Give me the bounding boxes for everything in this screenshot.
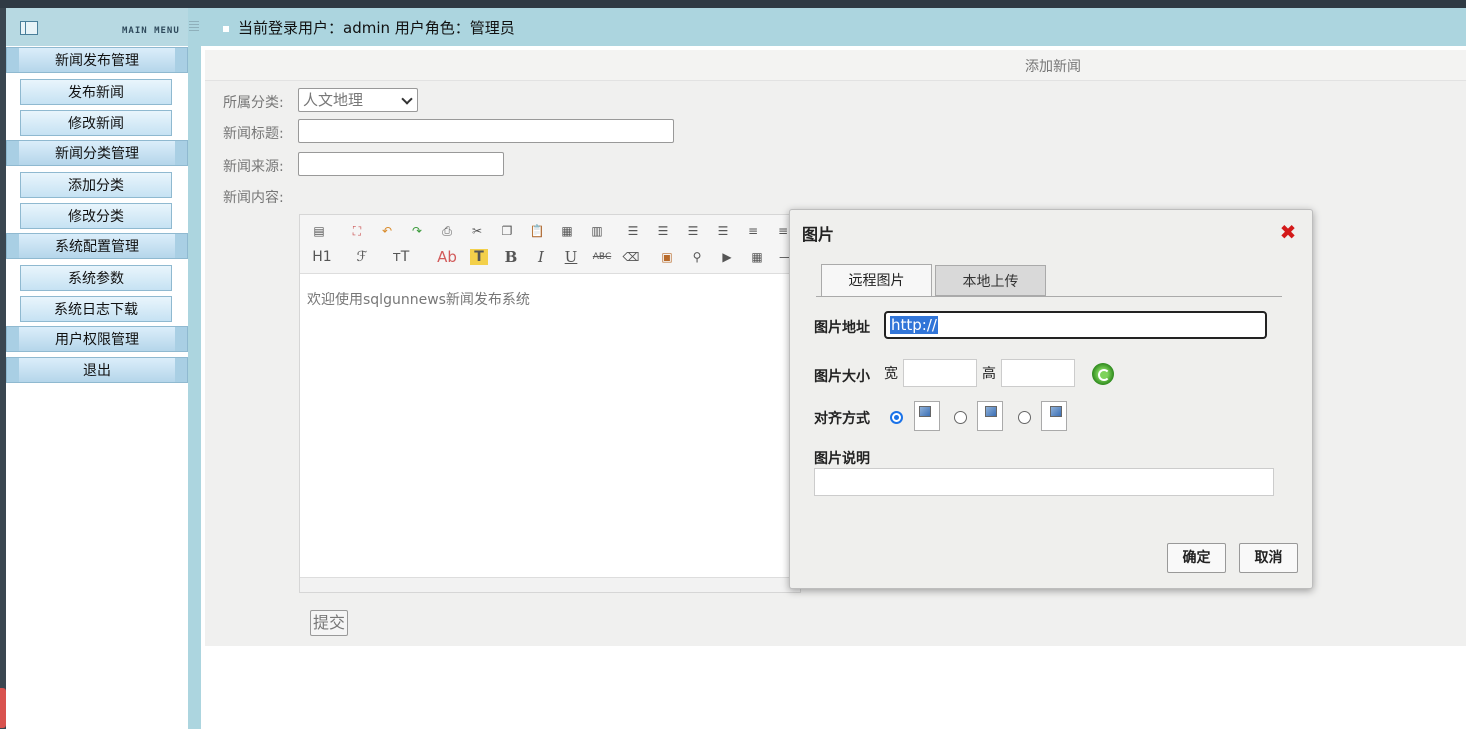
bold-button[interactable]: B [502,249,520,265]
editor-content[interactable]: 欢迎使用sqlgunnews新闻发布系统 [307,289,530,309]
sidebar-divider[interactable] [188,8,201,729]
sidebar-item-news-manage[interactable]: 新闻发布管理 [6,47,188,73]
copy-icon[interactable]: ❐ [498,223,516,239]
news-content-label: 新闻内容: [223,190,284,206]
print-icon[interactable]: ⎙ [438,223,456,239]
paste-text-icon[interactable]: ▦ [558,223,576,239]
italic-button[interactable]: I [532,249,550,265]
sidebar-item-system-params[interactable]: 系统参数 [20,265,172,291]
image-dialog: 图片 ✖ 远程图片 本地上传 图片地址 http:// 图片大小 宽 高 对齐方… [789,209,1313,589]
align-right-icon[interactable]: ☰ [684,223,702,239]
align-none-radio[interactable] [954,411,967,424]
align-center-icon[interactable]: ☰ [654,223,672,239]
eraser-icon[interactable]: ⌫ [622,249,640,265]
fullscreen-icon[interactable]: ⛶ [348,223,366,239]
sidebar-item-category-manage[interactable]: 新闻分类管理 [6,140,188,166]
heading-button[interactable]: H1 [308,249,336,265]
underline-button[interactable]: U [562,249,580,265]
ok-button[interactable]: 确定 [1167,543,1226,573]
editor-toolbar: ▤ ⛶ ↶ ↷ ⎙ ✂ ❐ 📋 ▦ ▥ ☰ ☰ ☰ ☰ ≡ ≡ H1 ℱ ᴛT … [300,215,800,274]
form-title: 添加新闻 [1025,59,1081,75]
highlight-button[interactable]: T [470,249,488,265]
image-url-label: 图片地址 [814,320,870,336]
sidebar-item-publish-news[interactable]: 发布新闻 [20,79,172,105]
sidebar-item-edit-news[interactable]: 修改新闻 [20,110,172,136]
font-family-button[interactable]: ℱ [350,249,374,265]
sidebar-item-add-category[interactable]: 添加分类 [20,172,172,198]
page-header: 当前登录用户：admin 用户角色：管理员 [201,8,1466,46]
rich-text-editor: ▤ ⛶ ↶ ↷ ⎙ ✂ ❐ 📋 ▦ ▥ ☰ ☰ ☰ ☰ ≡ ≡ H1 ℱ ᴛT … [299,214,801,593]
category-label: 所属分类: [223,95,284,111]
image-desc-label: 图片说明 [814,451,870,467]
image-icon[interactable]: ▣ [658,249,676,265]
video-icon[interactable]: ▶ [718,249,736,265]
width-input[interactable] [903,359,977,387]
align-right-image-icon[interactable] [1041,401,1067,431]
strikethrough-button[interactable]: ABC [590,249,614,265]
source-icon[interactable]: ▤ [310,223,328,239]
image-url-input[interactable]: http:// [884,311,1267,339]
editor-resize-handle[interactable] [300,577,800,592]
height-input[interactable] [1001,359,1075,387]
form-title-bar: 添加新闻 [205,50,1466,81]
tab-local-upload[interactable]: 本地上传 [935,265,1046,296]
ordered-list-icon[interactable]: ≡ [744,223,762,239]
category-value: 人文地理 [303,91,364,109]
font-size-button[interactable]: ᴛT [388,249,414,265]
news-source-label: 新闻来源: [223,159,284,175]
chevron-down-icon [401,93,413,105]
sidebar-header: MAIN MENU [6,8,188,46]
paste-icon[interactable]: 📋 [528,223,546,239]
redo-icon[interactable]: ↷ [408,223,426,239]
tab-divider [816,296,1282,297]
undo-icon[interactable]: ↶ [378,223,396,239]
width-label: 宽 [884,366,898,382]
tab-remote-image[interactable]: 远程图片 [821,264,932,296]
align-left-image-icon[interactable] [914,401,940,431]
align-left-icon[interactable]: ☰ [624,223,642,239]
news-title-label: 新闻标题: [223,126,284,142]
bullet-icon [223,26,229,32]
layout-icon[interactable] [20,21,38,35]
cancel-button[interactable]: 取消 [1239,543,1298,573]
dialog-title: 图片 [802,225,835,244]
align-none-image-icon[interactable] [977,401,1003,431]
grip-icon[interactable] [189,21,199,33]
sidebar-item-user-permission[interactable]: 用户权限管理 [6,326,188,352]
sidebar-item-logout[interactable]: 退出 [6,357,188,383]
window-top-bar [0,0,1466,8]
table-icon[interactable]: ▦ [748,249,766,265]
news-title-input[interactable] [298,119,674,143]
align-label: 对齐方式 [814,411,870,427]
align-justify-icon[interactable]: ☰ [714,223,732,239]
link-icon[interactable]: ⚲ [688,249,706,265]
sidebar-item-log-download[interactable]: 系统日志下载 [20,296,172,322]
main-menu-title: MAIN MENU [122,26,180,36]
paste-word-icon[interactable]: ▥ [588,223,606,239]
image-size-label: 图片大小 [814,369,870,385]
current-user-info: 当前登录用户：admin 用户角色：管理员 [238,19,515,37]
close-icon[interactable]: ✖ [1278,222,1298,242]
category-select[interactable]: 人文地理 [298,88,418,112]
submit-button[interactable]: 提交 [310,610,348,636]
align-right-radio[interactable] [1018,411,1031,424]
news-source-input[interactable] [298,152,504,176]
sidebar-item-edit-category[interactable]: 修改分类 [20,203,172,229]
font-color-button[interactable]: Ab [434,249,460,265]
refresh-icon[interactable] [1092,363,1114,385]
align-left-radio[interactable] [890,411,903,424]
image-url-value: http:// [890,316,938,334]
sidebar-item-system-config[interactable]: 系统配置管理 [6,233,188,259]
sidebar: MAIN MENU 新闻发布管理 发布新闻 修改新闻 新闻分类管理 添加分类 修… [6,8,188,729]
height-label: 高 [982,366,996,382]
image-desc-input[interactable] [814,468,1274,496]
cut-icon[interactable]: ✂ [468,223,486,239]
